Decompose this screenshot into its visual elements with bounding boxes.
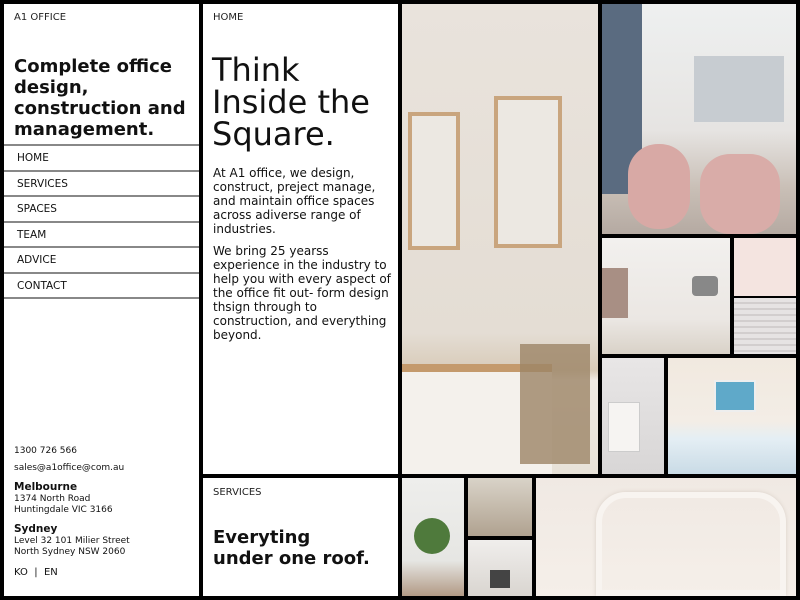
tagline: Complete office design, construction and… — [14, 56, 186, 140]
breadcrumb: HOME — [213, 12, 244, 23]
home-panel: HOME Think Inside the Square. At A1 offi… — [203, 4, 398, 474]
office-address: North Sydney NSW 2060 — [14, 547, 126, 557]
sidebar: A1 OFFICE Complete office design, constr… — [4, 4, 199, 596]
office-address: 1374 North Road — [14, 494, 91, 504]
contact-info: 1300 726 566 sales@a1office@com.au Melbo… — [14, 446, 130, 578]
photo-bedroom — [668, 358, 796, 474]
photo-pink-print — [734, 238, 796, 296]
nav-advice[interactable]: ADVICE — [4, 248, 199, 274]
services-title-line: under one roof. — [213, 548, 370, 569]
photo-blinds — [734, 298, 796, 354]
lang-separator: | — [34, 567, 38, 578]
office-city: Sydney — [14, 523, 58, 535]
photo-headboard — [536, 478, 796, 596]
experience-paragraph: We bring 25 yearss experience in the ind… — [213, 244, 391, 342]
lang-ko[interactable]: KO — [14, 567, 28, 578]
photo-room — [468, 478, 532, 536]
brand-logo[interactable]: A1 OFFICE — [14, 12, 66, 23]
photo-shelf-vases — [402, 4, 598, 474]
lang-en[interactable]: EN — [44, 567, 58, 578]
services-title: Everyting under one roof. — [213, 527, 370, 569]
photo-art-print — [602, 358, 664, 474]
office-city: Melbourne — [14, 481, 78, 493]
photo-fireplace — [468, 540, 532, 596]
office-address: Huntingdale VIC 3166 — [14, 505, 113, 515]
nav-contact[interactable]: CONTACT — [4, 274, 199, 299]
nav-home[interactable]: HOME — [4, 146, 199, 172]
photo-shelf-flowers — [602, 238, 730, 354]
photo-living-room — [602, 4, 796, 234]
photo-plant — [402, 478, 464, 596]
nav-spaces[interactable]: SPACES — [4, 197, 199, 223]
office-address: Level 32 101 Milier Street — [14, 536, 130, 546]
phone-link[interactable]: 1300 726 566 — [14, 446, 130, 457]
main-nav: HOME SERVICES SPACES TEAM ADVICE CONTACT — [4, 144, 199, 299]
breadcrumb: SERVICES — [213, 487, 262, 498]
email-link[interactable]: sales@a1office@com.au — [14, 463, 130, 474]
services-panel[interactable]: SERVICES Everyting under one roof. — [203, 478, 398, 596]
intro-paragraph: At A1 office, we design, construct, prej… — [213, 166, 376, 236]
nav-services[interactable]: SERVICES — [4, 172, 199, 197]
page-title: Think Inside the Square. — [212, 51, 370, 153]
nav-team[interactable]: TEAM — [4, 223, 199, 248]
services-title-line: Everyting — [213, 527, 311, 548]
